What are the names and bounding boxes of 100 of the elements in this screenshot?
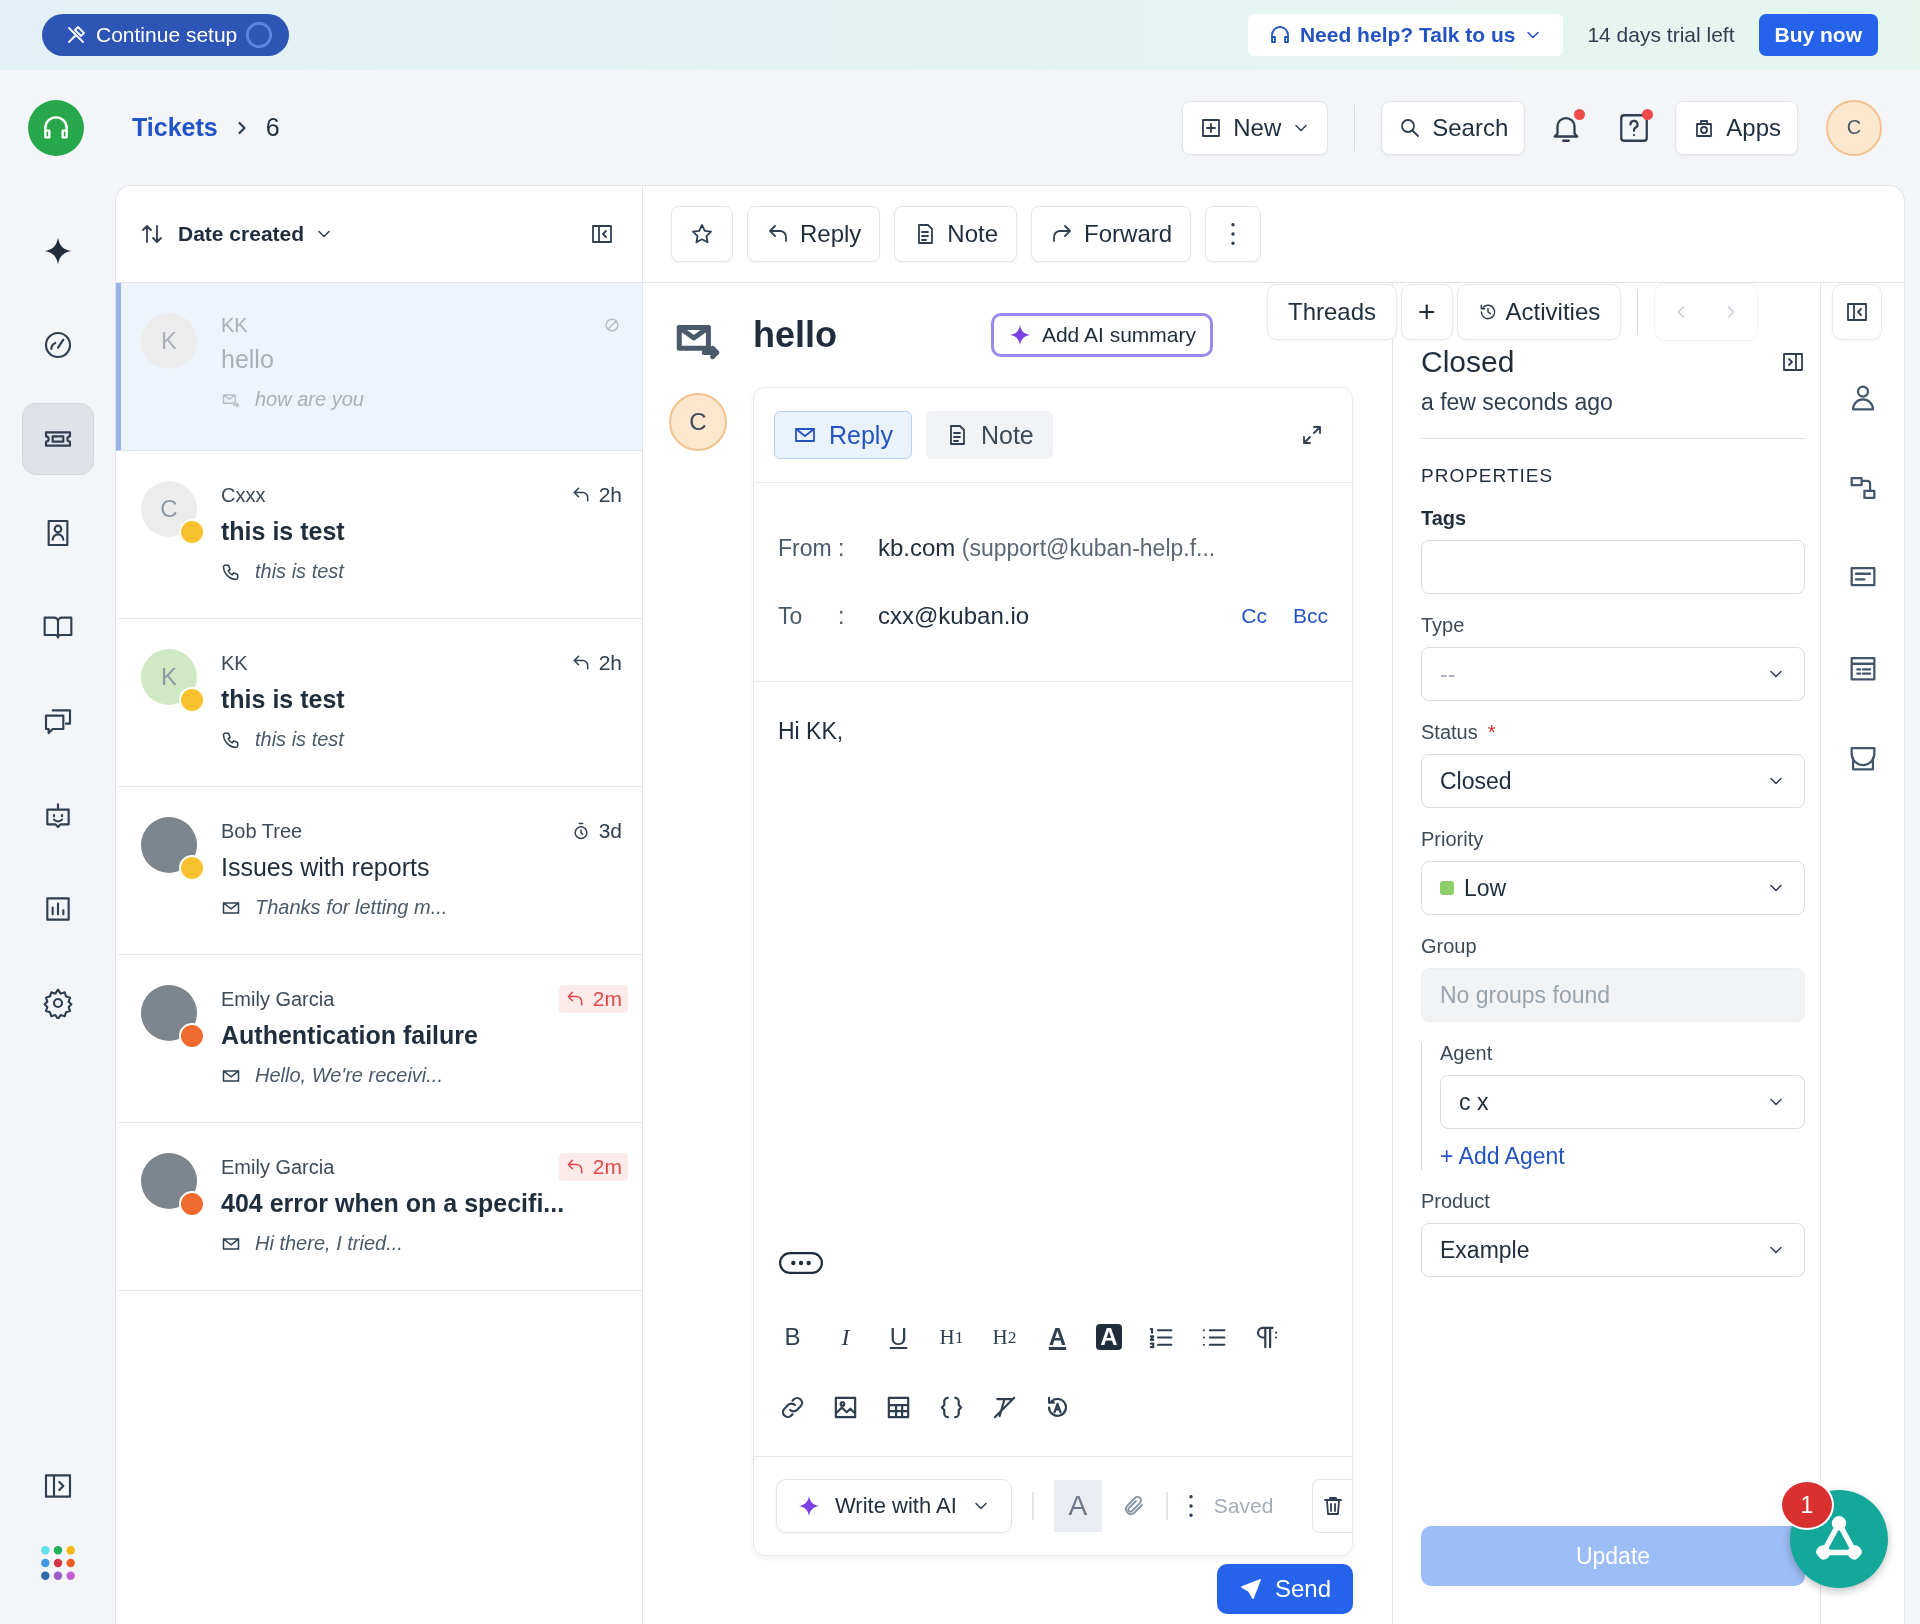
ticket-preview: Thanks for letting m... (255, 896, 448, 919)
activities-tab[interactable]: Activities (1456, 284, 1622, 340)
select-value: c x (1459, 1088, 1489, 1116)
highlight-tool[interactable]: A (1096, 1324, 1122, 1350)
conversation-subject: hello (753, 314, 837, 356)
more-icon[interactable] (1187, 1494, 1194, 1518)
continue-setup-button[interactable]: Continue setup (42, 14, 290, 56)
ticket-subject: Authentication failure (221, 1021, 479, 1050)
italic-tool[interactable]: I (831, 1321, 860, 1353)
requester-name: Bob Tree (221, 819, 303, 843)
apps-button[interactable]: Apps (1675, 100, 1798, 155)
collapse-panel-icon[interactable] (1781, 350, 1805, 374)
app-grid-icon[interactable] (38, 1544, 77, 1582)
buy-now-button[interactable]: Buy now (1758, 14, 1878, 56)
message-body[interactable]: Hi KK, (778, 718, 1328, 745)
tags-input[interactable] (1421, 540, 1805, 594)
select-field[interactable]: Example (1421, 1223, 1805, 1277)
select-value: Low (1464, 874, 1507, 902)
breadcrumb-item[interactable]: Tickets (132, 113, 218, 142)
expand-icon[interactable] (1300, 423, 1324, 447)
ticket-item[interactable]: Bob Tree 3d Issues with reports Thanks for letting m... (116, 787, 642, 955)
separator-colon: : (838, 602, 846, 630)
time-label: 3d (598, 819, 622, 843)
ticket-subject: this is test (221, 685, 346, 714)
add-ai-summary-button[interactable]: Add AI summary (990, 313, 1213, 357)
tickets-nav-icon[interactable] (21, 403, 94, 475)
note-mode-tab[interactable]: Note (925, 411, 1053, 459)
requester-name: KK (221, 313, 248, 337)
collapse-panel-icon (1845, 300, 1869, 324)
reply-button[interactable]: Reply (747, 206, 881, 262)
field-label: Priority (1421, 828, 1484, 851)
breadcrumb-item: 6 (265, 113, 280, 142)
font-button[interactable]: A (1053, 1480, 1102, 1532)
sort-dropdown[interactable]: Date created (178, 222, 335, 246)
ticket-item[interactable]: C Cxxx 2h this is test this is test (116, 451, 642, 619)
sort-icon[interactable] (140, 222, 164, 246)
sidebar-toggle-button[interactable] (1832, 284, 1882, 340)
star-button[interactable] (671, 206, 733, 262)
field-label: Type (1421, 614, 1465, 637)
select-field[interactable]: Low (1421, 861, 1805, 915)
ticket-subject: 404 error when on a specifi... (221, 1189, 566, 1218)
save-status: Saved (1213, 1494, 1274, 1518)
more-icon (1230, 222, 1237, 246)
select-field[interactable]: Closed (1421, 754, 1805, 808)
field-label: Status (1421, 721, 1478, 744)
cc-link[interactable]: Cc (1241, 604, 1267, 628)
avatar: K (141, 649, 197, 705)
star-icon (690, 222, 714, 246)
trial-text: 14 days trial left (1587, 23, 1735, 47)
requester-name: Cxxx (221, 483, 266, 507)
user-avatar[interactable]: C (1826, 99, 1882, 156)
required-mark: * (1487, 721, 1496, 744)
ticket-preview: Hello, We're receivi... (255, 1064, 443, 1087)
time-label: 2m (592, 1155, 622, 1179)
status-title: Closed (1421, 345, 1515, 379)
bcc-link[interactable]: Bcc (1293, 604, 1328, 628)
bold-tool[interactable]: B (778, 1321, 807, 1353)
time-label: 2m (592, 987, 622, 1011)
ticket-item[interactable]: Emily Garcia 2m Authentication failure Hello, We're receivi... (116, 955, 642, 1123)
to-value[interactable]: cxx@kuban.io (878, 602, 1030, 630)
field-label: Group (1421, 935, 1477, 958)
group-field: No groups found (1421, 968, 1805, 1022)
from-label: From (778, 534, 833, 562)
ticket-subject: this is test (221, 517, 346, 546)
reply-mode-tab[interactable]: Reply (774, 411, 912, 459)
ticket-preview: this is test (255, 728, 344, 751)
ticket-item[interactable]: K KK 2h this is test this is test (116, 619, 642, 787)
search-button[interactable]: Search (1381, 100, 1526, 155)
ticket-subject: Issues with reports (221, 853, 431, 882)
delete-button[interactable] (1312, 1479, 1352, 1533)
ticket-preview: this is test (255, 560, 344, 583)
select-field[interactable]: c x (1440, 1075, 1805, 1129)
more-options-icon[interactable] (778, 1252, 824, 1274)
forward-button[interactable]: Forward (1031, 206, 1192, 262)
add-agent-link[interactable]: + Add Agent (1440, 1143, 1805, 1170)
time-label: 2h (598, 651, 622, 675)
avatar: C (141, 481, 197, 537)
write-with-ai-button[interactable]: Write with AI (776, 1479, 1012, 1533)
ticket-item[interactable]: Emily Garcia 2m 404 error when on a specifi... Hi there, I tried... (116, 1123, 642, 1291)
field-label: Tags (1421, 507, 1467, 530)
select-value: Example (1440, 1236, 1530, 1264)
requester-name: Emily Garcia (221, 1155, 335, 1179)
help-button[interactable]: Need help? Talk to us (1247, 14, 1564, 56)
select-value: Closed (1440, 767, 1512, 795)
to-label: To (778, 602, 804, 630)
time-label: 2h (598, 483, 622, 507)
note-button[interactable]: Note (894, 206, 1018, 262)
send-icon (1238, 1577, 1263, 1601)
from-value[interactable]: kb.com (support@kuban-help.f... (878, 534, 1216, 562)
ticket-subject: hello (221, 345, 275, 374)
text-color-tool[interactable]: A (1043, 1321, 1072, 1353)
thread-tab[interactable]: Threads (1267, 284, 1398, 340)
field-label: Product (1421, 1190, 1490, 1213)
add-thread-button[interactable]: + (1401, 284, 1453, 340)
sender-avatar: C (669, 393, 727, 451)
underline-tool[interactable]: U (884, 1321, 913, 1353)
collapse-panel-icon[interactable] (590, 222, 614, 246)
new-button[interactable]: New (1182, 100, 1329, 155)
send-button[interactable]: Send (1216, 1564, 1353, 1614)
separator-colon: : (838, 534, 846, 562)
